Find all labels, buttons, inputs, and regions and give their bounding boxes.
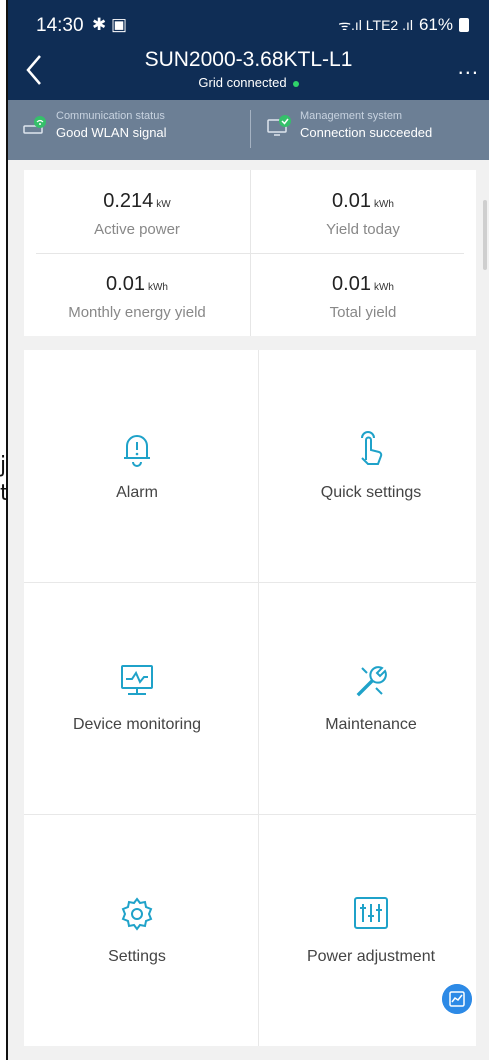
signal-icons: ᯤ.ıl LTE2 .ıl <box>338 16 413 33</box>
gear-icon <box>121 897 153 931</box>
tile-settings[interactable]: Settings <box>24 814 250 1046</box>
app-header: 14:30 ✱ ▣ ᯤ.ıl LTE2 .ıl 61% SUN2000-3.68… <box>8 0 489 100</box>
hand-tap-icon <box>361 431 383 465</box>
tile-maintenance[interactable]: Maintenance <box>258 582 484 814</box>
battery-percent: 61% <box>418 15 453 34</box>
tile-label: Settings <box>108 948 166 965</box>
stat-value: 0.01 <box>332 273 371 295</box>
tile-label: Alarm <box>116 484 158 501</box>
stat-unit: kWh <box>373 282 394 293</box>
tile-label: Quick settings <box>320 484 422 501</box>
stat-unit: kWh <box>373 199 394 210</box>
chart-fab-button[interactable] <box>442 984 472 1014</box>
stat-monthly-yield: 0.01 kWh Monthly energy yield <box>24 253 250 336</box>
stat-caption: Yield today <box>326 221 400 238</box>
stat-yield-today: 0.01 kWh Yield today <box>250 170 476 253</box>
stat-unit: kW <box>156 199 171 210</box>
tile-alarm[interactable]: Alarm <box>24 350 250 582</box>
wrench-icon <box>356 666 387 697</box>
status-right: ᯤ.ıl LTE2 .ıl 61% <box>338 15 469 35</box>
stats-card: 0.214 kW Active power 0.01 kWh Yield today… <box>24 170 476 336</box>
grid-status-text: Grid connected <box>198 75 287 90</box>
communication-status[interactable]: Communication status Good WLAN signal <box>22 110 167 140</box>
grid-status: Grid connected <box>8 75 489 90</box>
grid-status-dot <box>292 80 299 87</box>
stat-caption: Monthly energy yield <box>68 304 206 321</box>
menu-grid: Alarm Quick settings Device monitoring M… <box>24 350 476 1046</box>
battery-icon <box>459 18 469 32</box>
stat-caption: Active power <box>94 221 180 238</box>
alarm-bell-icon <box>124 435 150 467</box>
communication-label: Communication status <box>56 110 165 122</box>
page-title: SUN2000-3.68KTL-L1 <box>144 48 353 71</box>
status-strip: Communication status Good WLAN signal Ma… <box>8 100 489 160</box>
stat-total-yield: 0.01 kWh Total yield <box>250 253 476 336</box>
bleed-text: j t', <box>0 453 8 506</box>
divider <box>250 110 251 148</box>
stat-active-power: 0.214 kW Active power <box>24 170 250 253</box>
stat-unit: kWh <box>147 282 168 293</box>
wlan-router-icon <box>23 116 46 134</box>
stat-value-line: 0.01 kWh <box>250 190 476 213</box>
tile-label: Device monitoring <box>72 716 202 733</box>
status-bar: 14:30 ✱ ▣ ᯤ.ıl LTE2 .ıl 61% <box>8 0 489 46</box>
stat-value-line: 0.01 kWh <box>24 273 250 296</box>
tile-label: Maintenance <box>325 716 417 733</box>
sliders-icon <box>354 897 388 929</box>
more-options-button[interactable]: ... <box>458 54 479 80</box>
status-notification-icons: ✱ ▣ <box>92 15 128 34</box>
tile-quick-settings[interactable]: Quick settings <box>258 350 484 582</box>
stat-caption: Total yield <box>329 304 397 321</box>
status-time: 14:30 <box>36 15 84 36</box>
stat-value-line: 0.01 kWh <box>250 273 476 296</box>
scrollbar[interactable] <box>483 200 487 270</box>
stat-value-line: 0.214 kW <box>24 190 250 213</box>
monitor-check-icon <box>267 115 291 136</box>
tile-label: Power adjustment <box>306 948 436 965</box>
management-status[interactable]: Management system Connection succeeded <box>266 110 432 140</box>
app-screen: 14:30 ✱ ▣ ᯤ.ıl LTE2 .ıl 61% SUN2000-3.68… <box>8 0 489 1060</box>
management-label: Management system <box>300 110 403 122</box>
tile-device-monitoring[interactable]: Device monitoring <box>24 582 250 814</box>
monitor-chart-icon <box>121 665 153 695</box>
stat-value: 0.214 <box>103 190 154 212</box>
communication-value: Good WLAN signal <box>56 125 167 140</box>
stat-value: 0.01 <box>106 273 145 295</box>
management-value: Connection succeeded <box>300 125 433 140</box>
stat-value: 0.01 <box>332 190 371 212</box>
